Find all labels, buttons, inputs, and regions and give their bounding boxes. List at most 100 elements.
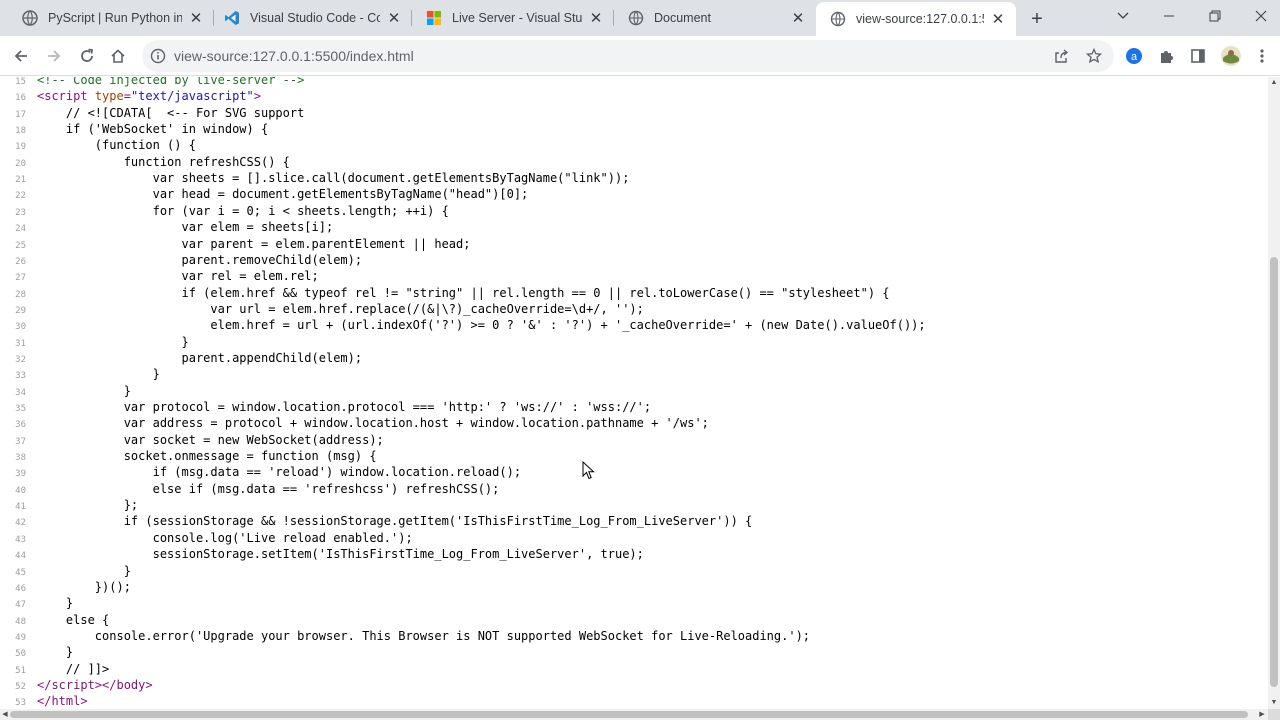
- svg-text:a: a: [1131, 51, 1138, 63]
- scroll-right-icon[interactable]: ▶: [1258, 710, 1266, 719]
- tab-title: Visual Studio Code - Code: [250, 11, 380, 25]
- horizontal-scrollbar-thumb[interactable]: [10, 711, 1248, 718]
- home-button[interactable]: [106, 44, 130, 68]
- reload-button[interactable]: [75, 44, 99, 68]
- source-line: 18 if ('WebSocket' in window) {: [0, 121, 1268, 137]
- chevron-down-icon: [1117, 12, 1129, 19]
- source-line: 47 }: [0, 595, 1268, 611]
- line-code: else {: [37, 612, 110, 627]
- url-text: view-source:127.0.0.1:5500/index.html: [174, 48, 414, 64]
- source-line: 21 var sheets = [].slice.call(document.g…: [0, 170, 1268, 186]
- line-code: };: [37, 498, 139, 513]
- line-code: if ('WebSocket' in window) {: [37, 122, 269, 137]
- scroll-up-icon[interactable]: ▲: [1270, 79, 1278, 87]
- chrome-menu-button[interactable]: [1250, 44, 1274, 68]
- line-code: <!-- Code injected by live-server -->: [37, 77, 305, 87]
- info-icon[interactable]: [150, 48, 166, 64]
- tab-title: Document: [654, 11, 711, 25]
- source-line: 31 }: [0, 334, 1268, 350]
- source-line: 28 if (elem.href && typeof rel != "strin…: [0, 285, 1268, 301]
- line-code: (function () {: [37, 138, 196, 153]
- address-bar[interactable]: view-source:127.0.0.1:5500/index.html: [142, 40, 1114, 72]
- minimize-icon: [1164, 15, 1174, 17]
- side-panel-icon: [1191, 49, 1205, 63]
- line-code: var address = protocol + window.location…: [37, 416, 709, 431]
- close-icon[interactable]: ✕: [188, 10, 204, 27]
- avatar: [1221, 46, 1241, 66]
- restore-icon: [1209, 10, 1221, 22]
- source-line: 36 var address = protocol + window.locat…: [0, 415, 1268, 431]
- source-line: 23 for (var i = 0; i < sheets.length; ++…: [0, 203, 1268, 219]
- new-tab-button[interactable]: +: [1026, 8, 1048, 30]
- source-line: 48 else {: [0, 612, 1268, 628]
- source-line: 49 console.error('Upgrade your browser. …: [0, 628, 1268, 644]
- line-code: function refreshCSS() {: [37, 154, 290, 169]
- window-close-button[interactable]: [1238, 0, 1280, 32]
- line-code: if (msg.data == 'reload') window.locatio…: [37, 465, 522, 480]
- extension-a-button[interactable]: a: [1122, 44, 1146, 68]
- line-code: }: [37, 334, 189, 349]
- line-code: console.log('Live reload enabled.');: [37, 530, 413, 545]
- line-code: parent.removeChild(elem);: [37, 252, 363, 267]
- line-code: console.error('Upgrade your browser. Thi…: [37, 628, 811, 643]
- source-line: 40 else if (msg.data == 'refreshcss') re…: [0, 481, 1268, 497]
- tab-pyscript[interactable]: PyScript | Run Python in y ✕: [8, 0, 214, 36]
- line-code: })();: [37, 579, 131, 594]
- minimize-button[interactable]: [1146, 0, 1192, 32]
- tab-vscode[interactable]: Visual Studio Code - Code ✕: [210, 0, 412, 36]
- source-line: 52 </script></body>: [0, 677, 1268, 693]
- tab-view-source[interactable]: view-source:127.0.0.1:550 ✕: [816, 2, 1016, 36]
- line-code: parent.appendChild(elem);: [37, 350, 363, 365]
- source-line: 35 var protocol = window.location.protoc…: [0, 399, 1268, 415]
- close-icon[interactable]: ✕: [386, 10, 402, 27]
- source-line: 44 sessionStorage.setItem('IsThisFirstTi…: [0, 546, 1268, 562]
- horizontal-scrollbar[interactable]: ◀ ▶: [0, 709, 1268, 720]
- profile-button[interactable]: [1219, 44, 1243, 68]
- tab-strip: PyScript | Run Python in y ✕ Visual Stud…: [0, 0, 1280, 36]
- tab-document[interactable]: Document ✕: [614, 0, 816, 36]
- vertical-scrollbar-thumb[interactable]: [1270, 257, 1278, 687]
- back-button[interactable]: [9, 44, 33, 68]
- tab-live-server[interactable]: Live Server - Visual Studi ✕: [412, 0, 614, 36]
- line-code: var protocol = window.location.protocol …: [37, 400, 652, 414]
- line-code: }: [37, 563, 131, 578]
- scrollbar-corner: [1268, 709, 1280, 720]
- source-line: 38 socket.onmessage = function (msg) {: [0, 448, 1268, 464]
- tab-search-button[interactable]: [1100, 0, 1146, 32]
- line-number: 53: [15, 698, 26, 709]
- line-code: <script type="text/javascript">: [37, 89, 262, 104]
- microsoft-icon: [426, 10, 442, 26]
- forward-button[interactable]: [42, 44, 66, 68]
- extensions-button[interactable]: [1154, 44, 1178, 68]
- share-icon[interactable]: [1052, 47, 1070, 65]
- line-code: if (elem.href && typeof rel != "string" …: [37, 285, 890, 300]
- line-code: }: [37, 645, 74, 660]
- vertical-scrollbar[interactable]: ▲ ▼: [1268, 77, 1280, 709]
- globe-icon: [830, 11, 846, 27]
- source-line: 51 // ]]>: [0, 661, 1268, 677]
- line-code: </script></body>: [37, 677, 153, 692]
- extension-a-icon: a: [1126, 48, 1142, 64]
- line-code: var sheets = [].slice.call(document.getE…: [37, 171, 630, 186]
- close-icon[interactable]: ✕: [588, 10, 604, 27]
- source-line: 26 parent.removeChild(elem);: [0, 252, 1268, 268]
- source-line: 46 })();: [0, 579, 1268, 595]
- source-line: 22 var head = document.getElementsByTagN…: [0, 186, 1268, 202]
- tab-title: PyScript | Run Python in y: [48, 11, 182, 25]
- bookmark-star-icon[interactable]: [1085, 47, 1103, 65]
- forward-arrow-icon: [48, 50, 61, 62]
- line-code: var head = document.getElementsByTagName…: [37, 187, 529, 202]
- side-panel-button[interactable]: [1186, 44, 1210, 68]
- scroll-left-icon[interactable]: ◀: [1, 710, 9, 719]
- source-line: 37 var socket = new WebSocket(address);: [0, 432, 1268, 448]
- source-line: 34 }: [0, 383, 1268, 399]
- globe-icon: [628, 10, 644, 26]
- source-line: 19 (function () {: [0, 137, 1268, 153]
- line-code: sessionStorage.setItem('IsThisFirstTime_…: [37, 547, 644, 562]
- close-icon[interactable]: ✕: [990, 11, 1006, 28]
- line-code: // <![CDATA[ <-- For SVG support: [37, 105, 305, 120]
- line-code: // ]]>: [37, 661, 110, 676]
- restore-button[interactable]: [1192, 0, 1238, 32]
- close-icon[interactable]: ✕: [790, 10, 806, 27]
- scroll-down-icon[interactable]: ▼: [1270, 699, 1278, 707]
